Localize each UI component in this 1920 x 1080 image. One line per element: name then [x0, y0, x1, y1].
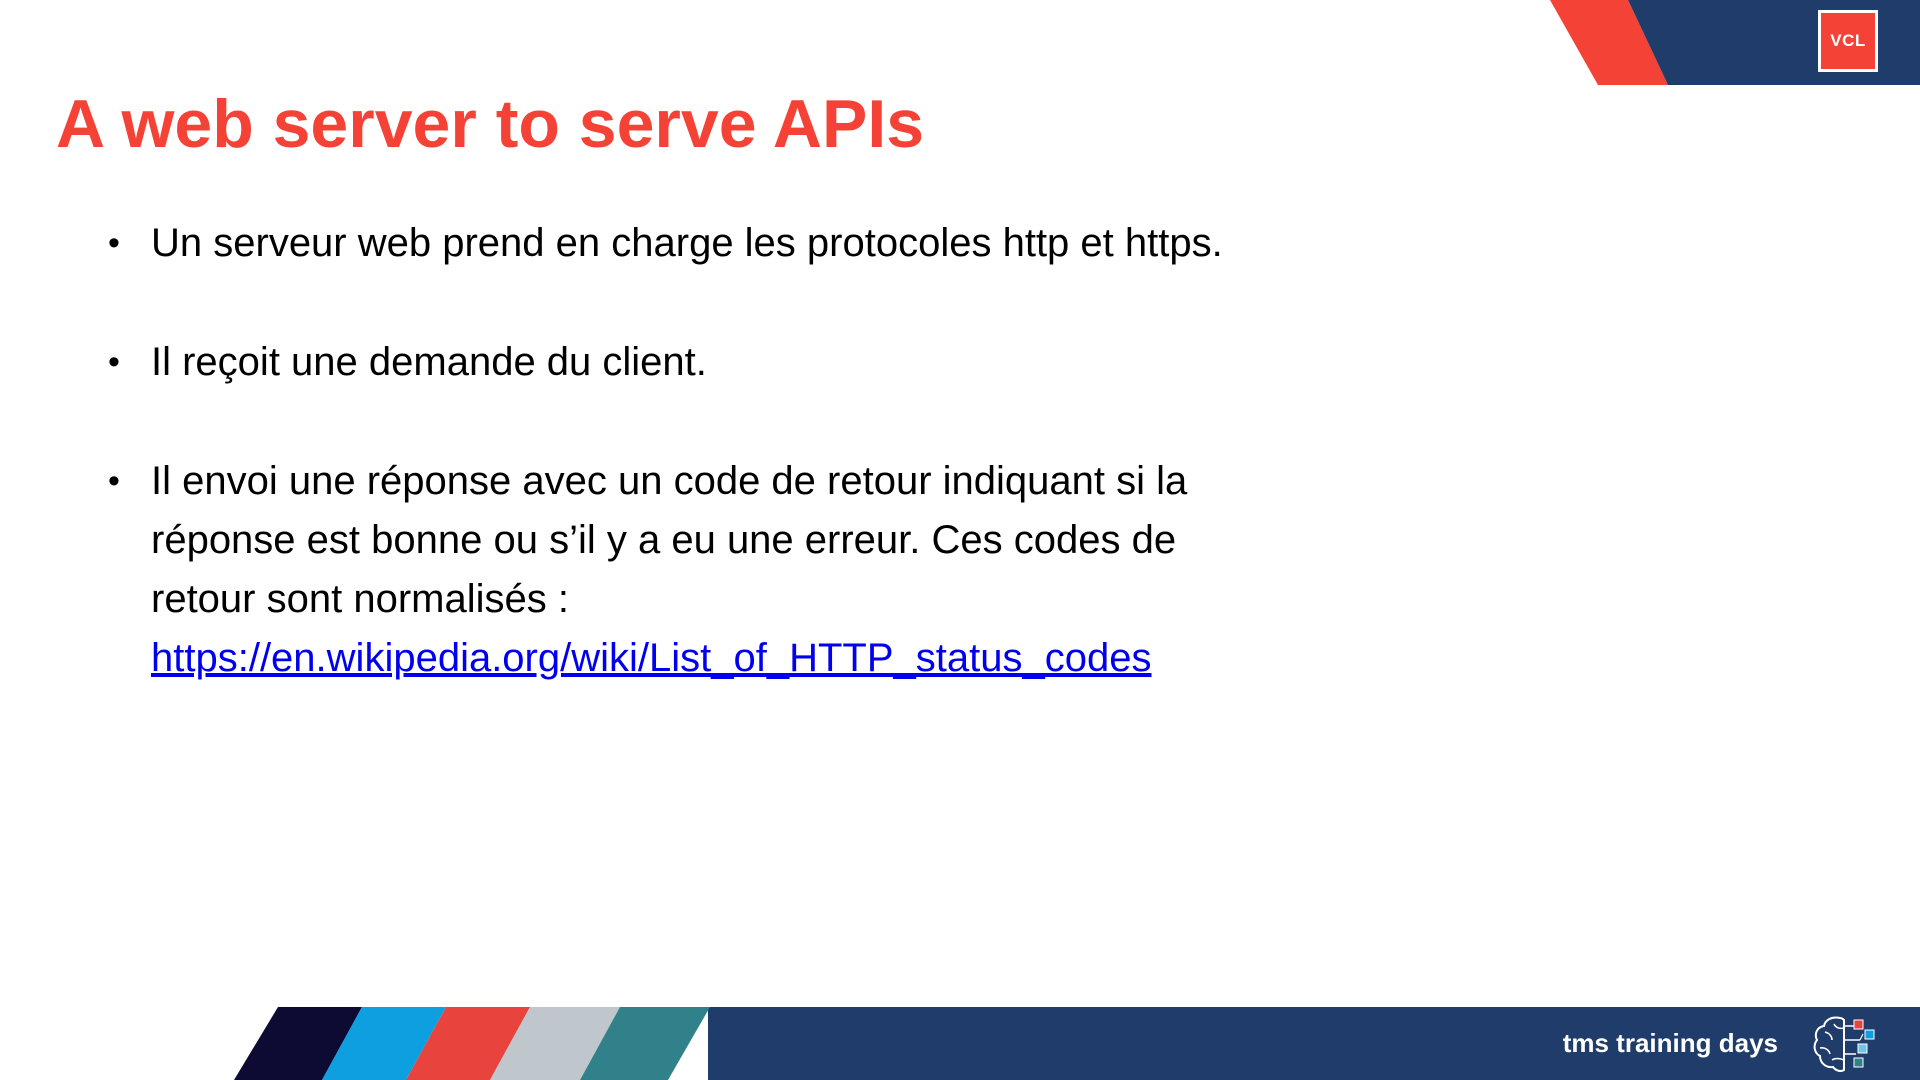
bullet-list: • Un serveur web prend en charge les pro…	[108, 214, 1268, 748]
logo-text: VCL	[1830, 31, 1866, 50]
bullet-text: Un serveur web prend en charge les proto…	[151, 221, 1223, 265]
bullet-dot: •	[108, 462, 120, 500]
bullet-item: • Il reçoit une demande du client.	[108, 333, 1268, 392]
vcl-logo: VCL	[1818, 10, 1878, 72]
bullet-item: • Il envoi une réponse avec un code de r…	[108, 452, 1268, 688]
bullet-text: Il envoi une réponse avec un code de ret…	[151, 459, 1188, 621]
bullet-dot: •	[108, 343, 120, 381]
footer-text: tms training days	[1562, 1028, 1778, 1058]
slide-title: A web server to serve APIs	[56, 86, 925, 162]
brain-circuit-icon	[1813, 1016, 1875, 1072]
bullet-dot: •	[108, 224, 120, 262]
bullet-text: Il reçoit une demande du client.	[151, 340, 707, 384]
bullet-item: • Un serveur web prend en charge les pro…	[108, 214, 1268, 273]
http-status-codes-link[interactable]: https://en.wikipedia.org/wiki/List_of_HT…	[151, 629, 1268, 688]
